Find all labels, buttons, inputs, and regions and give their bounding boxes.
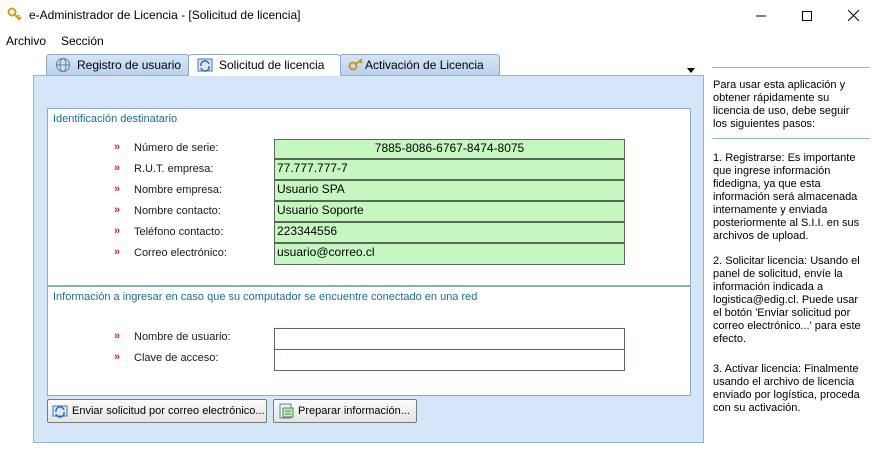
key-icon	[348, 57, 364, 73]
row-marker: »	[114, 246, 121, 258]
help-step-3: 3. Activar licencia: Finalmente usando e…	[713, 363, 860, 414]
phone-label: Teléfono contacto:	[134, 226, 224, 238]
globe-icon	[55, 57, 71, 73]
password-label: Clave de acceso:	[134, 352, 219, 364]
solicitud-panel: Identificación destinatario » Número de …	[33, 75, 704, 443]
identificacion-title: Identificación destinatario	[53, 113, 178, 125]
serial-number-field[interactable]: 7885-8086-6767-8474-8075	[274, 139, 625, 159]
row-marker: »	[114, 162, 121, 174]
row-marker: »	[114, 351, 121, 363]
help-intro: Para usar esta aplicación y obtener rápi…	[713, 79, 850, 130]
prepare-info-label: Preparar información...	[298, 405, 410, 417]
email-refresh-icon	[52, 403, 68, 419]
help-pane: Para usar esta aplicación y obtener rápi…	[704, 53, 876, 470]
company-name-field[interactable]: Usuario SPA	[274, 180, 625, 201]
serial-label: Número de serie:	[134, 142, 219, 154]
minimize-icon	[756, 11, 766, 21]
tab-activacion-label: Activación de Licencia	[365, 58, 484, 72]
help-separator	[712, 67, 870, 68]
menu-seccion[interactable]: Sección	[61, 34, 104, 48]
send-email-label: Enviar solicitud por correo electrónico.…	[72, 405, 265, 417]
row-marker: »	[114, 141, 121, 153]
contact-name-label: Nombre contacto:	[134, 205, 221, 217]
phone-field[interactable]: 223344556	[274, 222, 625, 243]
email-field[interactable]: usuario@correo.cl	[274, 243, 625, 265]
red-title: Información a ingresar en caso que su co…	[53, 291, 478, 303]
close-button[interactable]	[830, 0, 876, 31]
tab-solicitud-licencia[interactable]: Solicitud de licencia	[188, 54, 341, 76]
contact-name-field[interactable]: Usuario Soporte	[274, 201, 625, 222]
help-separator	[712, 138, 870, 139]
document-icon	[278, 403, 294, 419]
key-app-icon	[7, 7, 23, 23]
refresh-icon	[197, 57, 213, 73]
row-marker: »	[114, 183, 121, 195]
window-title: e-Administrador de Licencia - [Solicitud…	[29, 8, 301, 22]
email-label: Correo electrónico:	[134, 247, 227, 259]
username-label: Nombre de usuario:	[134, 331, 231, 343]
close-icon	[847, 10, 859, 21]
tab-activacion-licencia[interactable]: Activación de Licencia	[339, 54, 500, 75]
maximize-button[interactable]	[784, 0, 830, 31]
send-email-button[interactable]: Enviar solicitud por correo electrónico.…	[47, 399, 267, 423]
prepare-info-button[interactable]: Preparar información...	[273, 399, 417, 423]
minimize-button[interactable]	[738, 0, 784, 31]
title-bar: e-Administrador de Licencia - [Solicitud…	[0, 0, 876, 31]
menu-bar: Archivo Sección	[0, 31, 876, 53]
red-group: Información a ingresar en caso que su co…	[47, 286, 691, 396]
identificacion-group: Identificación destinatario » Número de …	[47, 108, 691, 286]
row-marker: »	[114, 330, 121, 342]
password-input[interactable]	[274, 349, 625, 371]
rut-label: R.U.T. empresa:	[134, 163, 214, 175]
tab-registro-usuario[interactable]: Registro de usuario	[46, 54, 190, 75]
help-step-2: 2. Solicitar licencia: Usando el panel d…	[713, 255, 861, 345]
rut-field[interactable]: 77.777.777-7	[274, 159, 625, 180]
company-name-label: Nombre empresa:	[134, 184, 223, 196]
tab-solicitud-label: Solicitud de licencia	[219, 58, 325, 72]
username-input[interactable]	[274, 328, 625, 350]
tab-registro-label: Registro de usuario	[77, 58, 182, 72]
menu-archivo[interactable]: Archivo	[6, 34, 46, 48]
maximize-icon	[802, 10, 812, 21]
row-marker: »	[114, 204, 121, 216]
row-marker: »	[114, 225, 121, 237]
help-step-1: 1. Registrarse: Es importante que ingres…	[713, 152, 860, 242]
tab-list-dropdown-icon[interactable]	[687, 62, 695, 73]
